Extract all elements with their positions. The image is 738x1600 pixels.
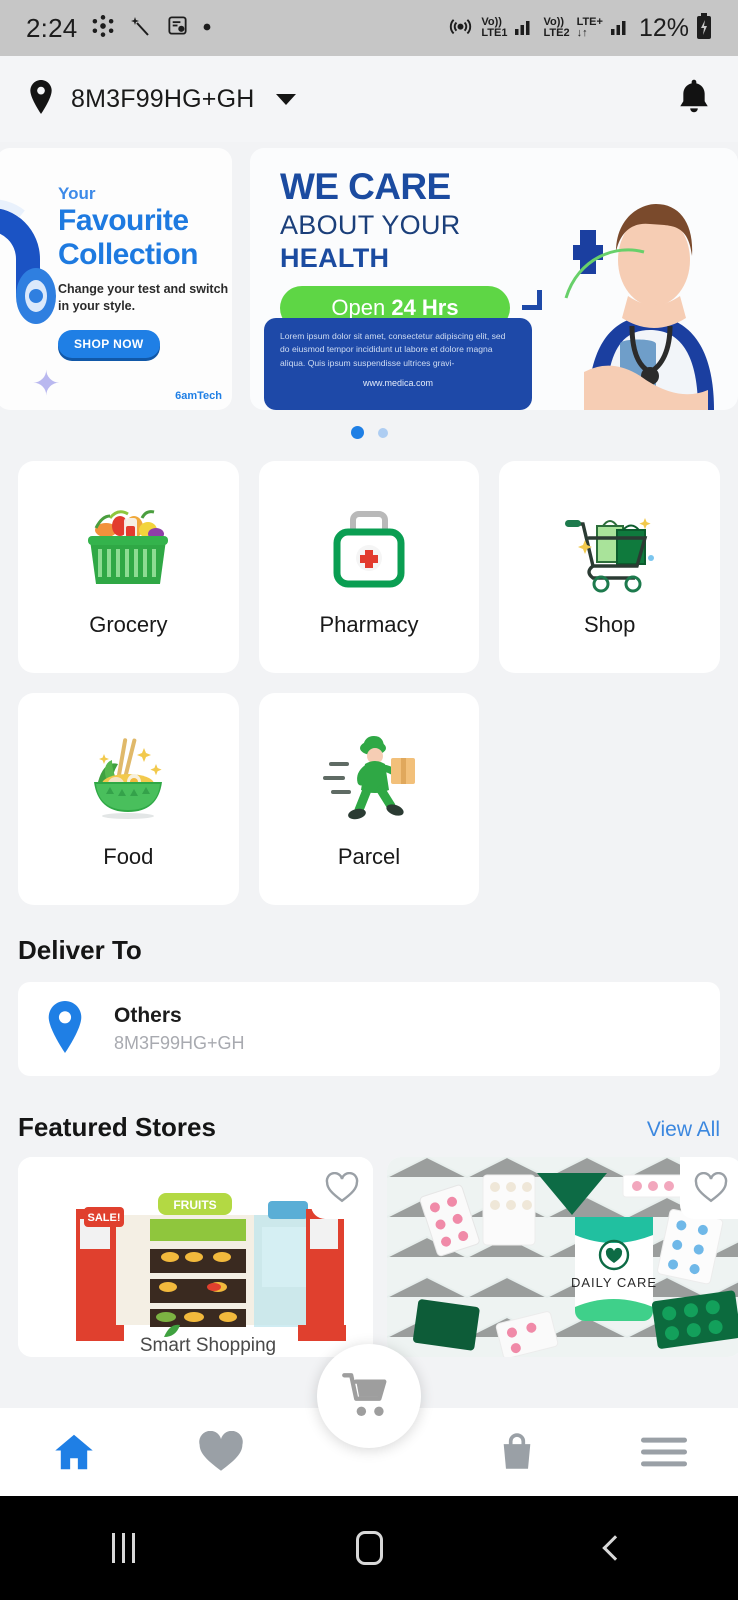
category-card-parcel[interactable]: Parcel [258,693,480,905]
share-nodes-icon [90,13,116,44]
slide1-title-line2: Collection [58,237,199,271]
category-card-grocery[interactable]: Grocery [18,461,239,673]
store-name-label: Smart Shopping [140,1335,276,1356]
map-pin-icon [26,79,56,119]
cart-fab-button[interactable] [317,1344,421,1448]
heart-icon [199,1431,244,1471]
home-square-icon [355,1531,383,1565]
home-icon [55,1434,93,1470]
location-selector[interactable]: 8M3F99HG+GH [26,79,296,119]
slide1-shop-now-button[interactable]: SHOP NOW [58,330,160,359]
android-home-button[interactable] [246,1531,492,1565]
map-pin-icon [44,1000,86,1058]
heart-outline-icon [694,1172,728,1203]
carousel-indicator[interactable] [0,426,738,439]
dot-icon [202,19,212,37]
category-label: Food [103,844,154,869]
signal-icon [514,16,536,41]
category-label: Grocery [89,612,168,637]
back-chevron-icon [602,1535,628,1561]
status-bar-left: 2:24 [26,13,212,44]
category-grid: Grocery Pharmacy Shop Food Parcel [0,439,738,905]
magic-wand-icon [129,14,153,43]
shopping-bag-icon [503,1433,530,1469]
badge-prefix: Open [331,295,392,320]
bell-icon[interactable] [676,78,712,121]
store-name-label: DAILY CARE [571,1275,657,1290]
battery-percent: 12% [638,13,689,42]
doctor-image [564,204,714,410]
category-card-shop[interactable]: Shop [499,461,720,673]
nav-item-orders[interactable] [443,1430,591,1474]
cart-icon [342,1373,387,1417]
menu-icon [641,1437,688,1467]
featured-stores-header: Featured Stores View All [0,1076,738,1143]
status-bar-right: Vo)) LTE1 Vo)) LTE2 LTE+ ↓↑ 12% [447,12,712,44]
volte2-indicator: Vo)) LTE2 [543,15,570,39]
location-label: 8M3F99HG+GH [71,84,255,113]
battery-charging-icon [696,12,712,44]
slide1-title-line1: Favourite [58,204,189,237]
category-label: Shop [583,612,636,637]
store-card[interactable]: SALE! FRUITS Smart Shopping [18,1157,373,1357]
slide2-body: Lorem ipsum dolor sit amet, consectetur … [280,331,506,368]
noodle-bowl-icon [76,728,180,832]
app-header: 8M3F99HG+GH [0,56,738,142]
app-screen: 2:24 Vo)) LTE1 Vo)) LTE2 LTE+ ↓↑ 12% 8M3… [0,0,738,1600]
lte-plus-indicator: LTE+ ↓↑ [576,15,603,39]
note-check-icon [166,14,189,42]
hotspot-icon [447,12,474,44]
featured-stores-title: Featured Stores [18,1112,216,1142]
carousel-slide-headphones[interactable]: Your Favourite Collection Change your te… [0,148,232,410]
store-card[interactable]: DAILY CARE [387,1157,738,1357]
deliver-to-card[interactable]: Others 8M3F99HG+GH [18,982,720,1076]
chevron-down-icon [275,93,296,105]
status-time: 2:24 [26,12,78,43]
carousel-dot-active[interactable] [350,426,364,439]
volte1-indicator: Vo)) LTE1 [481,15,508,39]
category-card-food[interactable]: Food [18,693,239,905]
slide1-eyebrow: Your [58,184,96,203]
nav-item-favorites[interactable] [148,1431,296,1473]
nav-item-menu[interactable] [590,1434,738,1470]
delivery-man-icon [317,728,421,832]
deliver-to-address: 8M3F99HG+GH [114,1033,245,1053]
category-label: Pharmacy [319,612,419,637]
promo-carousel[interactable]: Your Favourite Collection Change your te… [0,148,738,410]
carousel-slides: Your Favourite Collection Change your te… [0,148,738,410]
deliver-to-name: Others [114,1004,182,1027]
data-arrows-icon: ↓↑ [576,27,588,39]
recents-icon [111,1533,135,1563]
grocery-basket-icon [76,496,180,600]
signal-icon [610,16,632,41]
favorite-button[interactable] [680,1157,738,1219]
deliver-to-title: Deliver To [18,935,142,965]
heart-outline-icon [325,1172,359,1203]
svg-text:SALE!: SALE! [88,1212,121,1224]
carousel-slide-health[interactable]: WE CARE ABOUT YOUR HEALTH Open 24 Hrs Lo… [250,148,738,410]
android-navigation-bar [0,1496,738,1600]
view-all-link[interactable]: View All [647,1118,720,1142]
shopping-cart-icon [557,496,663,600]
slide2-body-box: Lorem ipsum dolor sit amet, consectetur … [264,318,532,410]
deliver-to-details: Others 8M3F99HG+GH [114,1004,245,1054]
sparkle-icon: ✦ [32,365,61,403]
headphones-image [0,199,56,324]
fruits-banner-label: FRUITS [173,1198,216,1212]
slide1-subtitle: Change your test and switch in your styl… [58,282,229,313]
android-back-button[interactable] [492,1535,738,1561]
badge-strong: 24 Hrs [391,295,459,320]
nav-item-home[interactable] [0,1430,148,1474]
category-label: Parcel [337,844,401,869]
corner-accent [522,290,542,310]
category-card-pharmacy[interactable]: Pharmacy [258,461,480,673]
carousel-dot[interactable] [377,427,388,438]
medical-kit-icon [319,496,419,600]
slide2-url: www.medica.com [362,377,434,388]
favorite-button[interactable] [311,1157,373,1219]
slide1-brand: 6amTech [175,390,222,402]
status-bar: 2:24 Vo)) LTE1 Vo)) LTE2 LTE+ ↓↑ 12% [0,0,738,56]
android-recents-button[interactable] [0,1533,246,1563]
featured-stores-list[interactable]: SALE! FRUITS Smart Shopping DAILY CARE [0,1143,738,1357]
